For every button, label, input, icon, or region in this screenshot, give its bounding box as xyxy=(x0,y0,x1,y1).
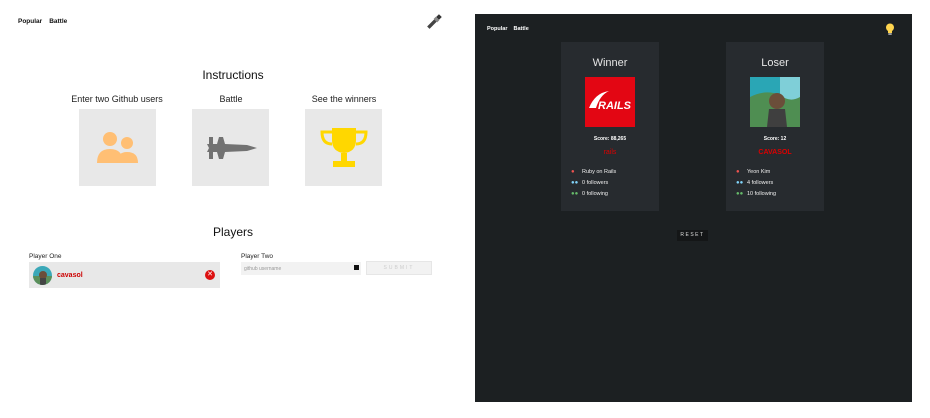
instruction-card-winners xyxy=(305,109,382,186)
loser-following: 10 following xyxy=(747,190,777,197)
input-autofill-icon xyxy=(354,265,359,270)
nav-bar: Popular Battle xyxy=(18,18,67,25)
following-icon: ●● xyxy=(736,190,744,197)
followers-icon: ●● xyxy=(571,179,579,186)
loser-stats: ● Yeon Kim ●● 4 followers ●● 10 followin… xyxy=(736,166,776,199)
loser-title: Loser xyxy=(761,57,789,69)
nav-popular-link[interactable]: Popular xyxy=(487,26,507,32)
nav-bar-dark: Popular Battle xyxy=(487,26,529,32)
list-item: ●● 4 followers xyxy=(736,177,776,188)
player-one-preview: cavasol ✕ xyxy=(29,262,220,288)
winner-stats: ● Ruby on Rails ●● 0 followers ●● 0 foll… xyxy=(571,166,616,199)
list-item: ●● 0 followers xyxy=(571,177,616,188)
lightbulb-icon[interactable] xyxy=(885,23,895,36)
list-item: ●● 0 following xyxy=(571,188,616,199)
avatar xyxy=(33,265,52,285)
player-two-label: Player Two xyxy=(241,253,274,260)
instruction-card-users xyxy=(79,109,156,186)
list-item: ●● 10 following xyxy=(736,188,776,199)
user-icon: ● xyxy=(571,168,575,175)
winner-card: Winner RAILS Score: 88,265 rails ● Ruby … xyxy=(561,42,659,211)
followers-icon: ●● xyxy=(736,179,744,186)
instructions-title: Instructions xyxy=(202,68,264,82)
list-item: ● Ruby on Rails xyxy=(571,166,616,177)
loser-real-name: Yeon Kim xyxy=(747,168,771,175)
fighter-jet-icon xyxy=(206,136,257,159)
reset-button[interactable]: RESET xyxy=(677,230,708,241)
light-battle-page: Popular Battle Instructions Enter two Gi… xyxy=(0,0,466,418)
instruction-card-battle xyxy=(192,109,269,186)
flashlight-icon[interactable] xyxy=(424,12,444,32)
winner-real-name: Ruby on Rails xyxy=(582,168,617,175)
winner-score: Score: 88,265 xyxy=(593,136,627,142)
instruction-label-battle: Battle xyxy=(219,94,243,104)
winner-avatar[interactable]: RAILS xyxy=(585,77,635,127)
player-one-username[interactable]: cavasol xyxy=(57,272,83,279)
following-icon: ●● xyxy=(571,190,579,197)
players-title: Players xyxy=(212,225,253,239)
list-item: ● Yeon Kim xyxy=(736,166,776,177)
winner-following: 0 following xyxy=(582,190,608,197)
winner-title: Winner xyxy=(592,57,628,69)
user-icon: ● xyxy=(736,168,740,175)
loser-username[interactable]: CAVASOL xyxy=(726,149,824,156)
instruction-label-winners: See the winners xyxy=(311,94,377,104)
loser-followers: 4 followers xyxy=(747,179,774,186)
remove-player-icon[interactable]: ✕ xyxy=(205,270,215,280)
nav-battle-link[interactable]: Battle xyxy=(49,18,67,25)
rails-logo-text: RAILS xyxy=(598,100,632,112)
trophy-icon xyxy=(319,127,368,167)
loser-score: Score: 12 xyxy=(763,136,787,142)
player-two-username-input[interactable] xyxy=(241,262,361,275)
nav-battle-link[interactable]: Battle xyxy=(513,26,528,32)
loser-card: Loser Score: 12 CAVASOL ● Yeon Kim ●● 4 … xyxy=(726,42,824,211)
dark-results-page: Popular Battle Winner RAILS Score: 88,26… xyxy=(475,14,912,402)
player-one-label: Player One xyxy=(29,253,62,260)
nav-popular-link[interactable]: Popular xyxy=(18,18,42,25)
users-icon xyxy=(96,131,138,163)
submit-button[interactable]: SUBMIT xyxy=(366,261,432,275)
winner-followers: 0 followers xyxy=(582,179,609,186)
loser-avatar[interactable] xyxy=(750,77,800,127)
instruction-label-users: Enter two Github users xyxy=(71,94,163,104)
winner-username[interactable]: rails xyxy=(561,149,659,156)
